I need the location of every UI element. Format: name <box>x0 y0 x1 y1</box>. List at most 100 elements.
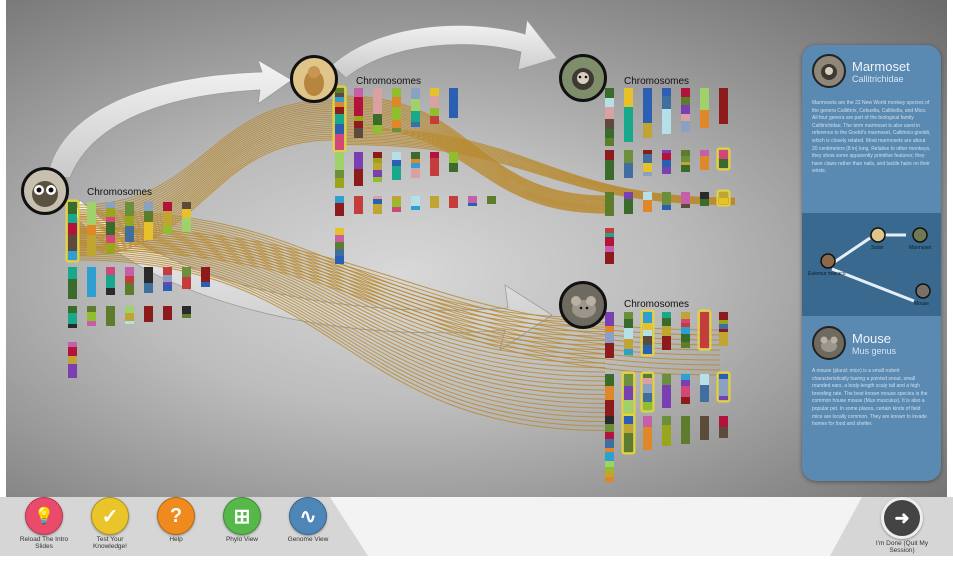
chromosome[interactable] <box>392 152 401 180</box>
chromosome[interactable] <box>700 192 709 206</box>
chromosome[interactable] <box>68 267 77 299</box>
chromosome[interactable] <box>662 192 671 210</box>
chromosome[interactable] <box>68 306 77 328</box>
chromosome[interactable] <box>681 150 690 172</box>
chromosome[interactable] <box>411 88 420 128</box>
chromosome[interactable] <box>719 312 728 346</box>
tree-shrew-avatar[interactable] <box>290 55 338 103</box>
chromosome[interactable] <box>605 88 614 146</box>
chromosome[interactable] <box>605 416 614 456</box>
chromosome[interactable] <box>716 147 731 171</box>
chromosome[interactable] <box>624 88 633 142</box>
chromosome[interactable] <box>182 306 191 318</box>
chromosome[interactable] <box>700 88 709 128</box>
chromosome[interactable] <box>373 88 382 134</box>
chromosome[interactable] <box>430 152 439 176</box>
chromosome[interactable] <box>106 202 115 254</box>
chromosome[interactable] <box>449 88 458 118</box>
chromosome[interactable] <box>621 413 636 455</box>
chromosome[interactable] <box>624 192 633 214</box>
quit-session-button[interactable]: ➜ I'm Done (Quit My Session) <box>870 497 934 554</box>
chromosome[interactable] <box>681 312 690 348</box>
chromosome[interactable] <box>87 267 96 297</box>
chromosome[interactable] <box>335 228 344 264</box>
test-knowledge-button[interactable]: ✓ Test Your Knowledge! <box>80 497 140 550</box>
chromosome[interactable] <box>643 150 652 176</box>
chromosome[interactable] <box>125 202 134 242</box>
chromosome[interactable] <box>125 267 134 295</box>
chromosome[interactable] <box>681 416 690 444</box>
help-button[interactable]: ? Help <box>146 497 206 543</box>
chromosome[interactable] <box>662 150 671 174</box>
chromosome[interactable] <box>662 88 671 134</box>
chromosome[interactable] <box>621 371 636 417</box>
species-info-panel[interactable]: Marmoset Callitrichidae Marmosets are th… <box>802 45 941 481</box>
chromosome[interactable] <box>182 267 191 289</box>
chromosome[interactable] <box>643 192 652 212</box>
chromosome[interactable] <box>681 192 690 208</box>
chromosome[interactable] <box>373 196 382 214</box>
mouse-avatar[interactable] <box>559 281 607 329</box>
chromosome[interactable] <box>605 150 614 180</box>
genome-view-button[interactable]: ∿ Genome View <box>278 497 338 543</box>
chromosome[interactable] <box>373 152 382 182</box>
chromosome[interactable] <box>106 267 115 295</box>
chromosome[interactable] <box>700 416 709 440</box>
chromosome[interactable] <box>392 88 401 132</box>
chromosome[interactable] <box>332 85 347 153</box>
chromosome[interactable] <box>430 196 439 208</box>
chromosome[interactable] <box>354 196 363 214</box>
chromosome[interactable] <box>719 88 728 124</box>
chromosome[interactable] <box>144 267 153 293</box>
chromosome[interactable] <box>449 152 458 172</box>
chromosome[interactable] <box>163 267 172 291</box>
marmoset-avatar[interactable] <box>559 54 607 102</box>
chromosome[interactable] <box>605 228 614 264</box>
chromosome[interactable] <box>681 374 690 404</box>
chromosome[interactable] <box>681 88 690 132</box>
chromosome[interactable] <box>87 202 96 256</box>
chromosome[interactable] <box>411 196 420 210</box>
chromosome[interactable] <box>662 312 671 350</box>
chromosome[interactable] <box>163 202 172 234</box>
chromosome[interactable] <box>163 306 172 320</box>
chromosome[interactable] <box>605 452 614 482</box>
chromosome[interactable] <box>144 306 153 322</box>
chromosome[interactable] <box>605 374 614 416</box>
reload-intro-button[interactable]: 💡 Reload The Intro Slides <box>14 497 74 550</box>
chromosome[interactable] <box>716 371 731 403</box>
chromosome[interactable] <box>144 202 153 240</box>
chromosome[interactable] <box>354 88 363 138</box>
chromosome[interactable] <box>697 309 712 351</box>
chromosome[interactable] <box>643 88 652 138</box>
chromosome[interactable] <box>125 306 134 324</box>
chromosome[interactable] <box>411 152 420 178</box>
chromosome[interactable] <box>624 150 633 178</box>
phylo-mini-tree[interactable]: Eulemur macaco Sister Marmoset Mouse <box>802 213 941 316</box>
chromosome[interactable] <box>182 202 191 232</box>
chromosome[interactable] <box>449 196 458 208</box>
chromosome[interactable] <box>392 196 401 212</box>
chromosome[interactable] <box>716 189 731 207</box>
chromosome[interactable] <box>700 150 709 170</box>
chromosome[interactable] <box>700 374 709 402</box>
chromosome[interactable] <box>605 192 614 216</box>
chromosome[interactable] <box>640 371 655 413</box>
chromosome[interactable] <box>65 199 80 263</box>
chromosome[interactable] <box>354 152 363 186</box>
chromosome[interactable] <box>335 152 344 188</box>
chromosome[interactable] <box>430 88 439 124</box>
chromosome[interactable] <box>201 267 210 287</box>
chromosome[interactable] <box>487 196 496 204</box>
chromosome[interactable] <box>335 196 344 216</box>
chromosome[interactable] <box>662 416 671 446</box>
chromosome[interactable] <box>624 312 633 356</box>
galago-avatar[interactable] <box>21 167 69 215</box>
chromosome[interactable] <box>719 416 728 438</box>
chromosome[interactable] <box>662 374 671 408</box>
chromosome[interactable] <box>643 416 652 450</box>
chromosome[interactable] <box>468 196 477 206</box>
chromosome[interactable] <box>87 306 96 326</box>
phylo-view-button[interactable]: ⊞ Phylo View <box>212 497 272 543</box>
chromosome[interactable] <box>68 342 77 378</box>
